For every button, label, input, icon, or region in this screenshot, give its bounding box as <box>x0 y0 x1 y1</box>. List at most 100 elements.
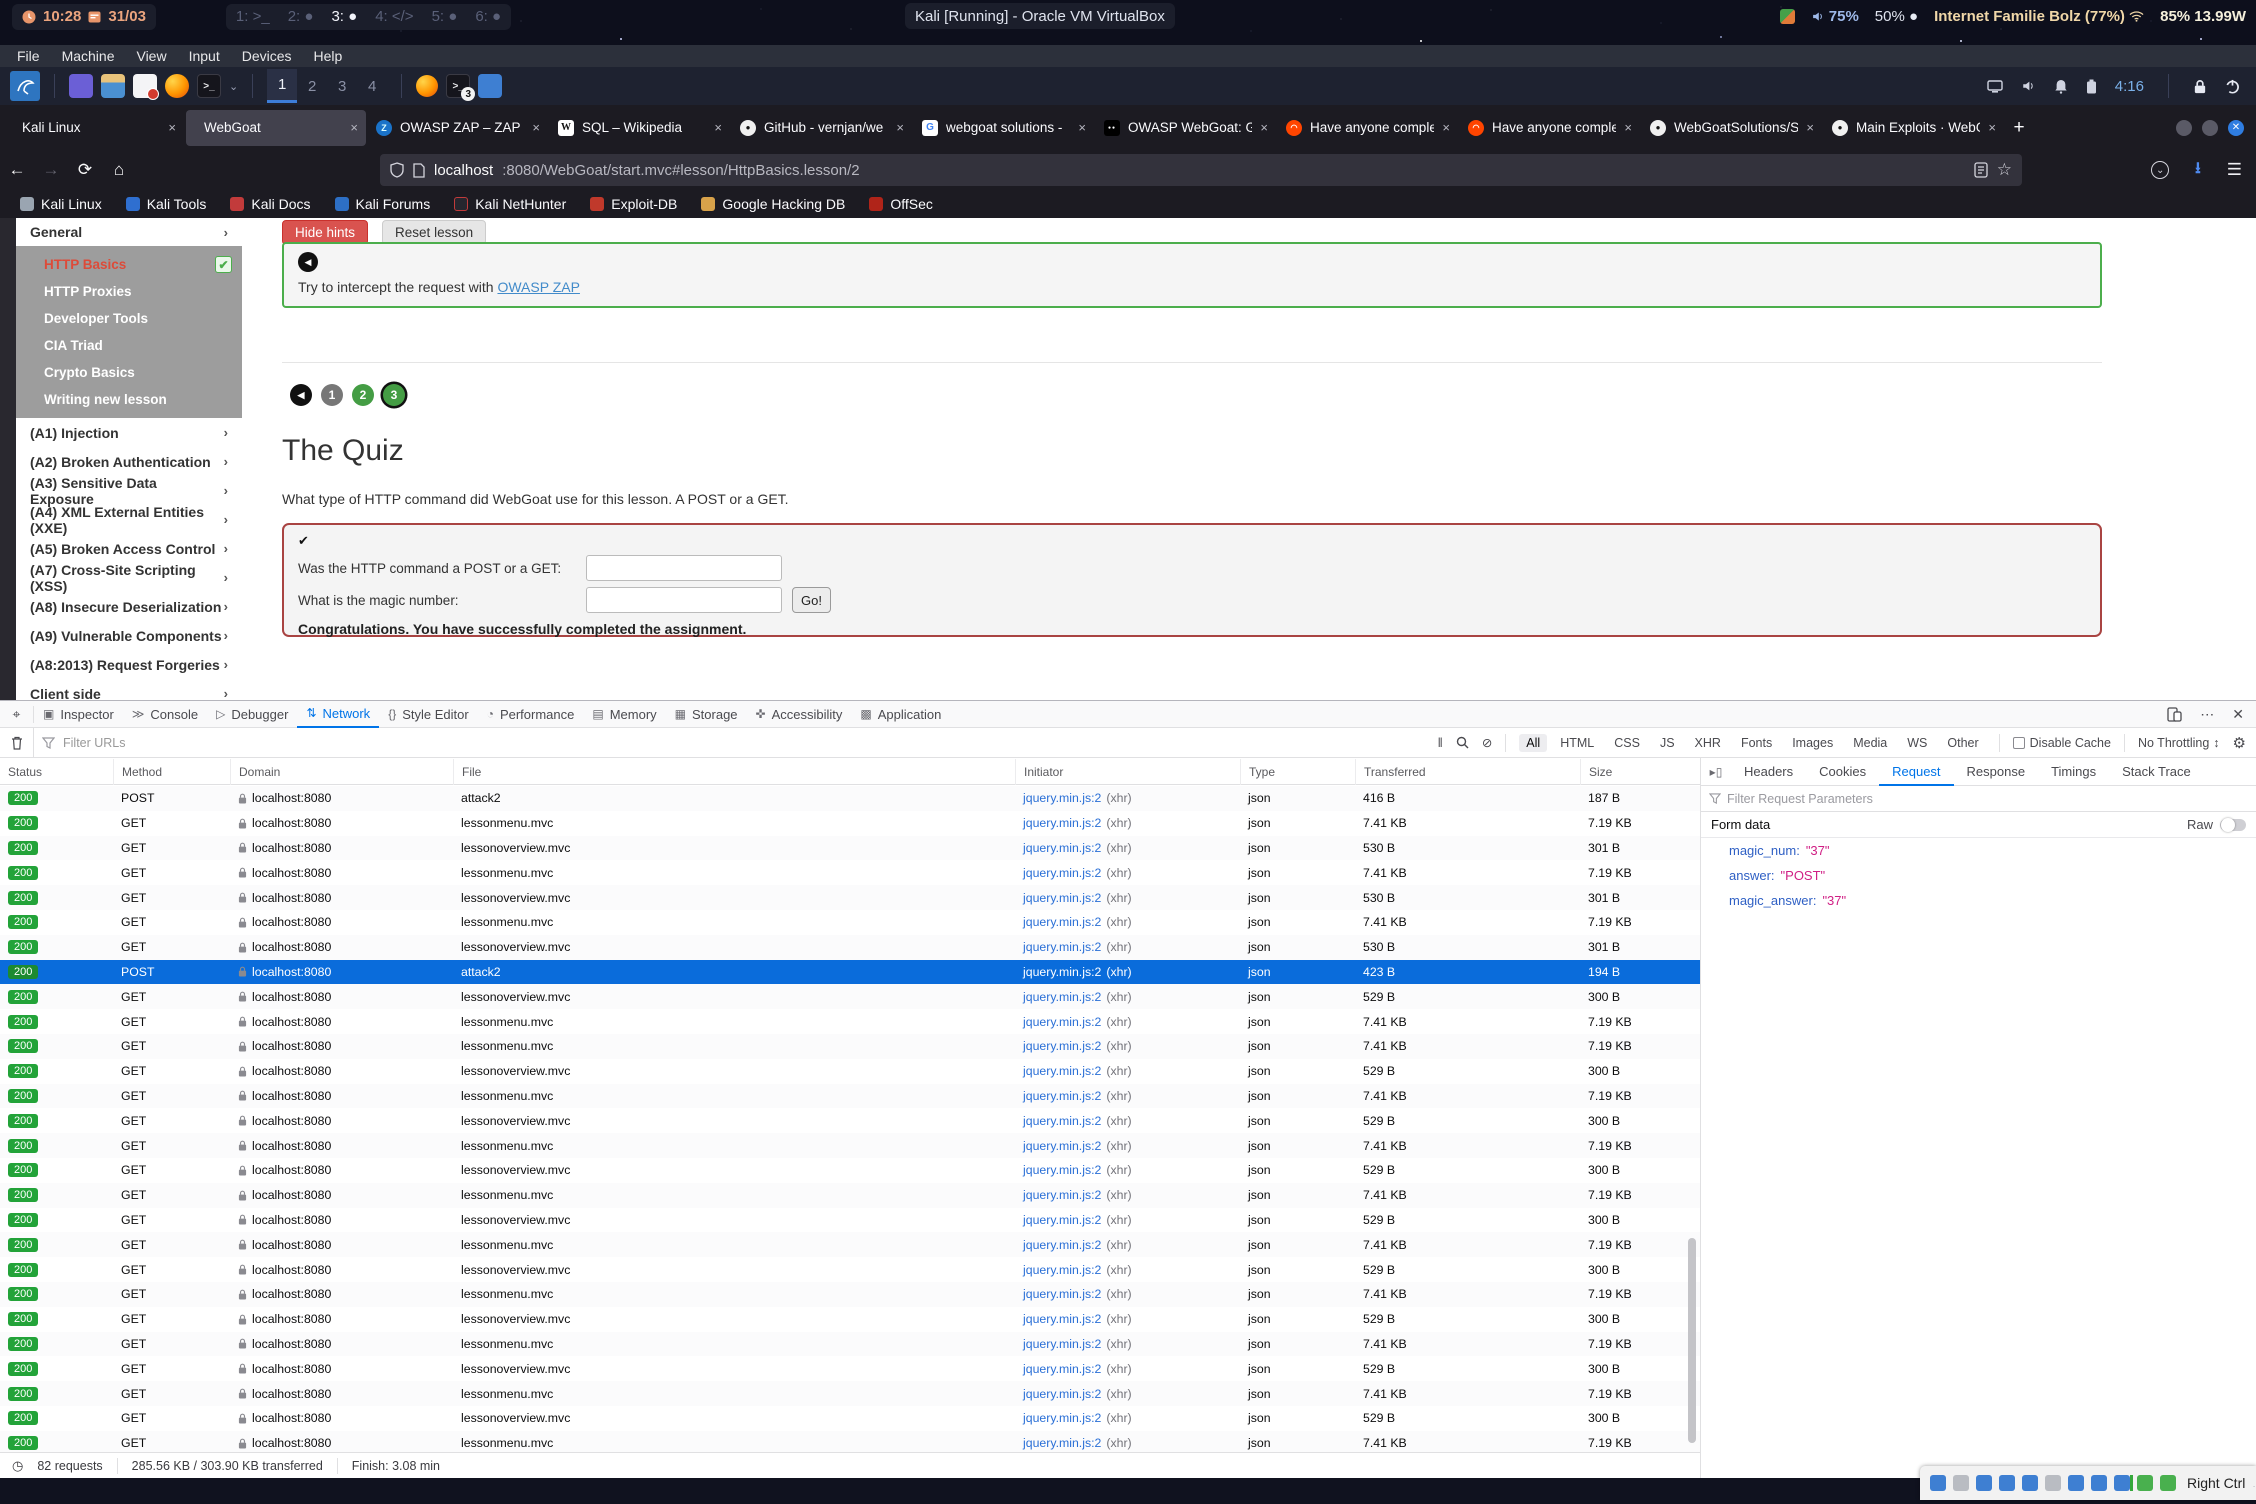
optical-drives-icon[interactable] <box>1953 1475 1969 1491</box>
initiator-link[interactable]: jquery.min.js:2 <box>1023 1362 1101 1376</box>
virtualbox-menu-item[interactable]: File <box>6 48 51 64</box>
sidebar-category-item[interactable]: (A9) Vulnerable Components › <box>16 621 242 650</box>
initiator-link[interactable]: jquery.min.js:2 <box>1023 816 1101 830</box>
kali-menu-icon[interactable] <box>10 71 40 101</box>
network-request-row[interactable]: 200 GET localhost:8080 lessonmenu.mvc jq… <box>0 1133 1700 1158</box>
devtools-tab[interactable]: ⇅ Network <box>297 701 379 728</box>
column-header-domain[interactable]: Domain <box>230 759 453 785</box>
reader-mode-icon[interactable] <box>1974 162 1988 178</box>
network-request-row[interactable]: 200 GET localhost:8080 lessonoverview.mv… <box>0 984 1700 1009</box>
initiator-link[interactable]: jquery.min.js:2 <box>1023 1015 1101 1029</box>
initiator-link[interactable]: jquery.min.js:2 <box>1023 1436 1101 1450</box>
keyboard-capture-icon[interactable] <box>2160 1475 2176 1491</box>
network-request-row[interactable]: 200 GET localhost:8080 lessonmenu.mvc jq… <box>0 1232 1700 1257</box>
initiator-link[interactable]: jquery.min.js:2 <box>1023 1411 1101 1425</box>
magic-number-input[interactable] <box>586 587 782 613</box>
network-request-row[interactable]: 200 GET localhost:8080 lessonmenu.mvc jq… <box>0 1183 1700 1208</box>
initiator-link[interactable]: jquery.min.js:2 <box>1023 915 1101 929</box>
sidebar-category-item[interactable]: (A2) Broken Authentication › <box>16 447 242 476</box>
bookmark-item[interactable]: Google Hacking DB <box>701 196 845 212</box>
raw-toggle[interactable] <box>2220 819 2246 831</box>
sidebar-category-item[interactable]: (A8) Insecure Deserialization › <box>16 592 242 621</box>
bookmark-item[interactable]: Kali Linux <box>20 196 102 212</box>
battery-tray-icon[interactable] <box>2086 79 2097 94</box>
request-detail-tab[interactable]: Stack Trace <box>2109 758 2204 786</box>
initiator-link[interactable]: jquery.min.js:2 <box>1023 1064 1101 1078</box>
devtools-tab[interactable]: ▣ Inspector <box>34 701 123 728</box>
network-request-row[interactable]: 200 GET localhost:8080 lessonmenu.mvc jq… <box>0 1009 1700 1034</box>
network-request-row[interactable]: 200 GET localhost:8080 lessonmenu.mvc jq… <box>0 811 1700 836</box>
answer-input[interactable] <box>586 555 782 581</box>
downloads-icon[interactable]: ⭳ <box>2195 157 2201 184</box>
audio-tray-icon[interactable] <box>2021 79 2036 93</box>
host-workspace[interactable]: 5: ● <box>432 8 458 25</box>
browser-tab[interactable]: OWASP ZAP – ZAP i × <box>368 110 548 146</box>
sidebar-category-item[interactable]: Client side › <box>16 679 242 700</box>
devtools-tab[interactable]: ▤ Memory <box>583 701 665 728</box>
type-filter-button[interactable]: Media <box>1846 734 1894 752</box>
back-button[interactable]: ← <box>0 160 34 180</box>
home-button[interactable]: ⌂ <box>102 160 136 180</box>
virtualbox-menu-item[interactable]: Devices <box>231 48 303 64</box>
network-request-row[interactable]: 200 GET localhost:8080 lessonmenu.mvc jq… <box>0 1084 1700 1109</box>
request-detail-tab[interactable]: Cookies <box>1806 758 1879 786</box>
sidebar-category-item[interactable]: (A3) Sensitive Data Exposure › <box>16 476 242 505</box>
sidebar-category-item[interactable]: (A8:2013) Request Forgeries › <box>16 650 242 679</box>
network-request-row[interactable]: 200 GET localhost:8080 lessonmenu.mvc jq… <box>0 1431 1700 1453</box>
resize-grip[interactable]: ⋰ <box>2252 1478 2256 1489</box>
reload-button[interactable]: ⟳ <box>68 160 102 180</box>
new-tab-button[interactable]: + <box>2004 113 2034 143</box>
owasp-zap-link[interactable]: OWASP ZAP <box>497 279 579 295</box>
devtools-tab[interactable]: ▦ Storage <box>666 701 747 728</box>
type-filter-button[interactable]: Other <box>1940 734 1985 752</box>
host-workspace[interactable]: 3: ● <box>331 8 357 25</box>
type-filter-button[interactable]: WS <box>1900 734 1934 752</box>
sidebar-sublesson-item[interactable]: CIA Triad ✔ <box>16 332 242 359</box>
hint-prev-icon[interactable]: ◀ <box>298 252 318 272</box>
network-request-row[interactable]: 200 GET localhost:8080 lessonmenu.mvc jq… <box>0 1381 1700 1406</box>
terminal-launcher-icon[interactable]: >_ <box>197 74 221 98</box>
shared-folders-icon[interactable] <box>2045 1475 2061 1491</box>
systray-app-icon[interactable] <box>1780 9 1795 24</box>
page-info-icon[interactable] <box>413 163 425 178</box>
column-header-size[interactable]: Size <box>1580 759 1700 785</box>
bookmark-item[interactable]: Kali Forums <box>335 196 431 212</box>
network-settings-gear-icon[interactable]: ⚙ <box>2233 734 2246 752</box>
type-filter-button[interactable]: CSS <box>1607 734 1647 752</box>
request-count[interactable]: 82 requests <box>37 1459 102 1473</box>
column-header-type[interactable]: Type <box>1240 759 1355 785</box>
brightness-indicator[interactable]: 50% ● <box>1875 8 1918 25</box>
type-filter-button[interactable]: JS <box>1653 734 1682 752</box>
go-button[interactable]: Go! <box>792 587 831 613</box>
initiator-link[interactable]: jquery.min.js:2 <box>1023 965 1101 979</box>
hard-disks-icon[interactable] <box>1930 1475 1946 1491</box>
features-icon[interactable] <box>2114 1475 2130 1491</box>
bookmark-item[interactable]: Kali Tools <box>126 196 207 212</box>
responsive-mode-icon[interactable] <box>2167 707 2182 722</box>
page-number-button[interactable]: 2 <box>352 384 374 406</box>
tracking-shield-icon[interactable] <box>390 162 404 178</box>
network-request-row[interactable]: 200 GET localhost:8080 lessonoverview.mv… <box>0 1257 1700 1282</box>
app-window-icon[interactable] <box>69 74 93 98</box>
initiator-link[interactable]: jquery.min.js:2 <box>1023 1188 1101 1202</box>
filter-urls-input[interactable] <box>63 736 483 750</box>
tab-close-icon[interactable]: × <box>896 120 904 135</box>
host-workspace[interactable]: 1: >_ <box>236 8 270 25</box>
host-workspace[interactable]: 6: ● <box>475 8 501 25</box>
type-filter-button[interactable]: HTML <box>1553 734 1601 752</box>
initiator-link[interactable]: jquery.min.js:2 <box>1023 891 1101 905</box>
tab-close-icon[interactable]: × <box>1078 120 1086 135</box>
devtools-tab[interactable]: ▷ Debugger <box>207 701 297 728</box>
browser-tab[interactable]: WebGoatSolutions/S × <box>1642 110 1822 146</box>
pagination-prev-icon[interactable]: ◀ <box>290 384 312 406</box>
browser-tab[interactable]: GitHub - vernjan/we × <box>732 110 912 146</box>
minimize-button[interactable] <box>2176 120 2192 136</box>
browser-tab[interactable]: Have anyone comple × <box>1278 110 1458 146</box>
network-request-row[interactable]: 200 GET localhost:8080 lessonoverview.mv… <box>0 1059 1700 1084</box>
display-icon[interactable] <box>2068 1475 2084 1491</box>
network-request-row[interactable]: 200 GET localhost:8080 lessonoverview.mv… <box>0 1356 1700 1381</box>
devtools-tab[interactable]: ≫ Console <box>123 701 207 728</box>
clear-requests-icon[interactable] <box>0 728 34 758</box>
sidebar-sublesson-item[interactable]: HTTP Basics ✔ <box>16 251 242 278</box>
network-request-row[interactable]: 200 GET localhost:8080 lessonoverview.mv… <box>0 1208 1700 1233</box>
